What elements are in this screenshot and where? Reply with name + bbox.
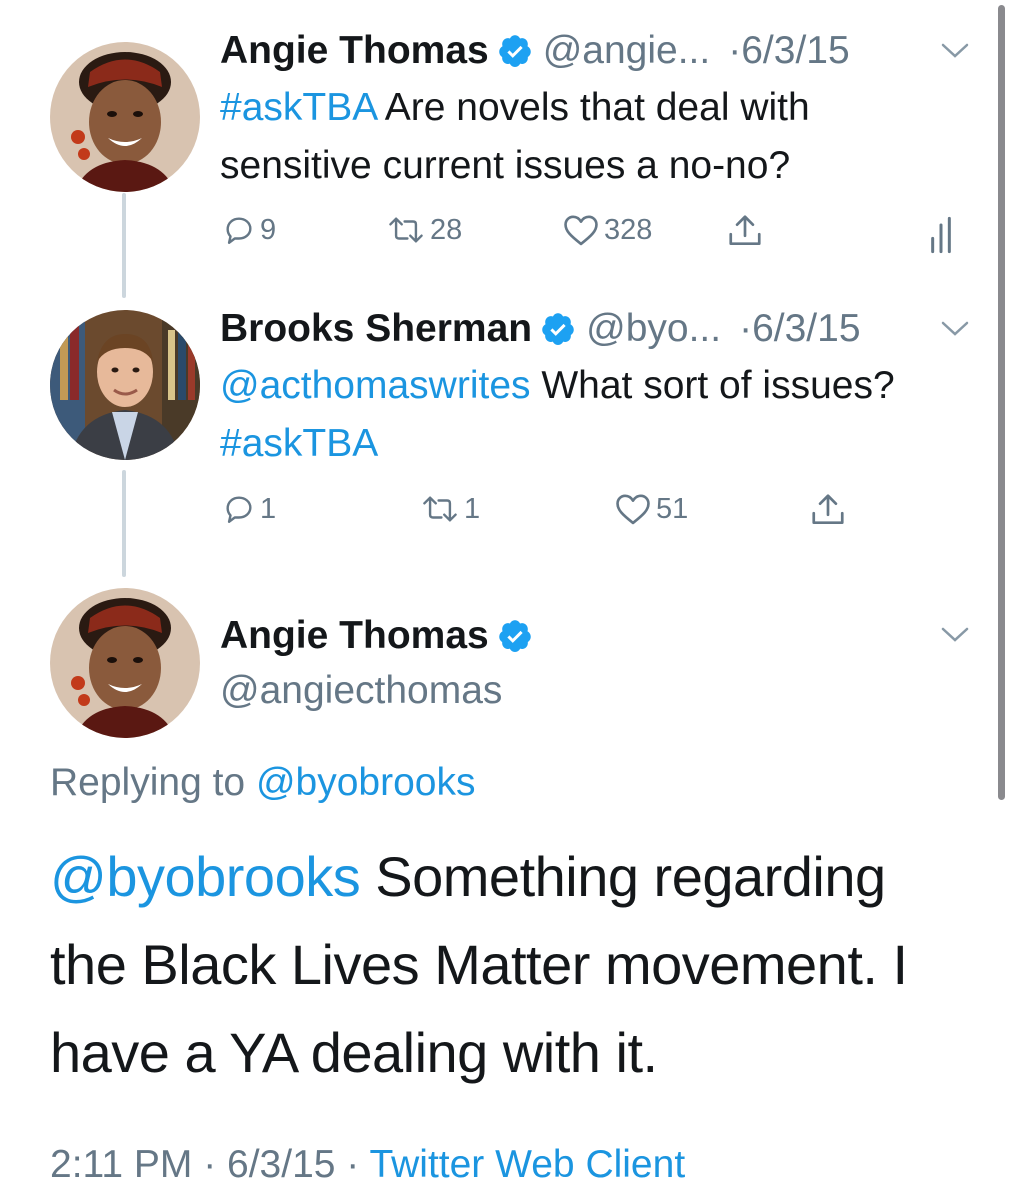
chevron-down-icon[interactable] bbox=[940, 42, 970, 60]
share-icon bbox=[812, 494, 844, 525]
reply-icon bbox=[226, 496, 252, 523]
author-handle[interactable]: @angie... bbox=[543, 29, 711, 73]
main-tweet-text: @byobrooks Something regarding the Black… bbox=[50, 833, 970, 1097]
retweet-icon bbox=[423, 496, 457, 522]
verified-badge-icon bbox=[497, 33, 533, 69]
tweet-text: @acthomaswrites What sort of issues? #as… bbox=[220, 357, 940, 473]
chevron-down-icon[interactable] bbox=[940, 626, 970, 644]
retweet-icon bbox=[389, 217, 423, 243]
separator-dot: · bbox=[335, 1143, 370, 1186]
like-count: 51 bbox=[656, 492, 689, 525]
mention-link[interactable]: @acthomaswrites bbox=[220, 364, 531, 407]
tweet-meta: 2:11 PM · 6/3/15 · Twitter Web Client bbox=[50, 1140, 685, 1190]
tweet-header: Brooks Sherman @byo... · 6/3/15 bbox=[220, 306, 861, 352]
share-action[interactable] bbox=[808, 491, 848, 529]
replying-to-link[interactable]: @byobrooks bbox=[256, 761, 476, 804]
author-name[interactable]: Angie Thomas bbox=[220, 29, 489, 73]
retweet-action[interactable]: 28 bbox=[386, 213, 462, 247]
tweet-date[interactable]: 6/3/15 bbox=[752, 307, 860, 351]
reply-action[interactable]: 1 bbox=[222, 492, 276, 526]
avatar[interactable] bbox=[50, 588, 200, 738]
tweet-time: 2:11 PM bbox=[50, 1143, 193, 1186]
replying-to-label: Replying to bbox=[50, 761, 256, 804]
reply-count: 9 bbox=[260, 213, 277, 246]
tweet-text-content: What sort of issues? bbox=[530, 364, 895, 407]
tweet-header: Angie Thomas @angie... · 6/3/15 bbox=[220, 28, 850, 74]
like-action[interactable]: 51 bbox=[614, 492, 688, 526]
retweet-count: 1 bbox=[464, 492, 481, 525]
hashtag-link[interactable]: #askTBA bbox=[220, 86, 376, 129]
hashtag-link[interactable]: #askTBA bbox=[220, 422, 378, 465]
heart-icon bbox=[616, 494, 650, 525]
analytics-action[interactable] bbox=[924, 215, 958, 255]
reply-count: 1 bbox=[260, 492, 277, 525]
avatar[interactable] bbox=[50, 42, 200, 192]
replying-to: Replying to @byobrooks bbox=[50, 758, 475, 808]
reply-icon bbox=[226, 217, 252, 244]
tweet-date[interactable]: 6/3/15 bbox=[741, 29, 849, 73]
heart-icon bbox=[564, 215, 598, 246]
chevron-down-icon[interactable] bbox=[940, 320, 970, 338]
author-name[interactable]: Angie Thomas bbox=[220, 614, 489, 658]
reply-action[interactable]: 9 bbox=[222, 213, 276, 247]
avatar[interactable] bbox=[50, 310, 200, 460]
author-name[interactable]: Brooks Sherman bbox=[220, 307, 532, 351]
scrollbar[interactable] bbox=[998, 5, 1005, 800]
tweet-date: 6/3/15 bbox=[227, 1143, 336, 1186]
separator-dot: · bbox=[192, 1143, 228, 1186]
separator-dot: · bbox=[728, 29, 742, 72]
like-action[interactable]: 328 bbox=[562, 213, 652, 247]
tweet-text: #askTBA Are novels that deal with sensit… bbox=[220, 79, 940, 195]
share-icon bbox=[729, 215, 761, 246]
mention-link[interactable]: @byobrooks bbox=[50, 845, 361, 908]
verified-badge-icon bbox=[497, 618, 533, 654]
separator-dot: · bbox=[739, 307, 753, 350]
source-link[interactable]: Twitter Web Client bbox=[369, 1143, 685, 1186]
like-count: 328 bbox=[604, 213, 653, 246]
share-action[interactable] bbox=[725, 212, 765, 250]
author-handle[interactable]: @angiecthomas bbox=[220, 668, 502, 714]
thread-line bbox=[122, 470, 126, 577]
author-handle[interactable]: @byo... bbox=[586, 307, 721, 351]
thread-line bbox=[122, 193, 126, 298]
retweet-action[interactable]: 1 bbox=[420, 492, 480, 526]
analytics-icon bbox=[931, 216, 951, 254]
verified-badge-icon bbox=[540, 311, 576, 347]
tweet-header: Angie Thomas bbox=[220, 613, 543, 659]
retweet-count: 28 bbox=[430, 213, 463, 246]
